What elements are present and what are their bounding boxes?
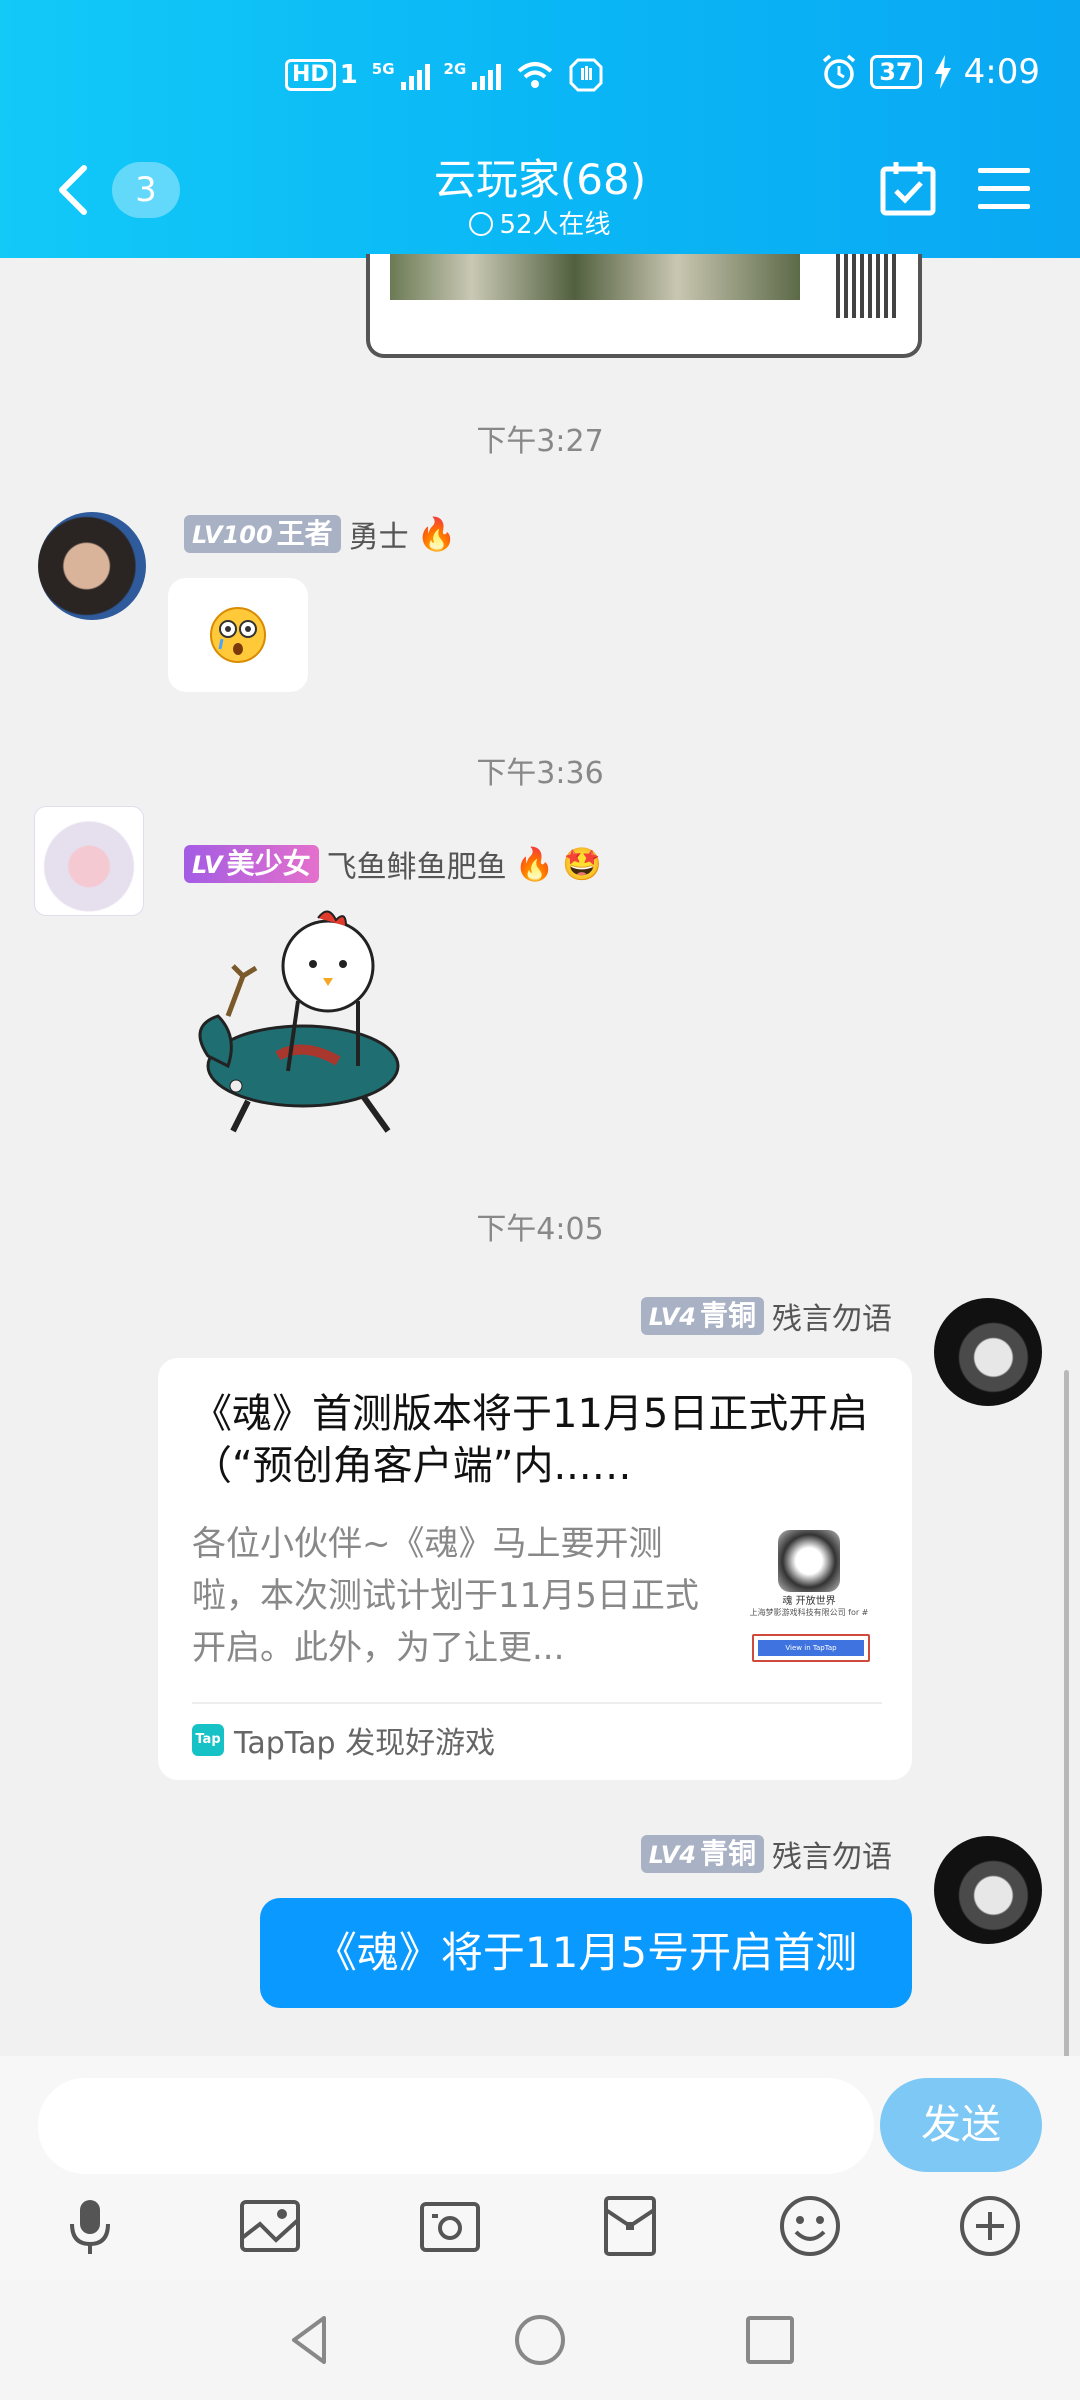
red-packet-icon[interactable] [598, 2194, 662, 2258]
taptap-logo-icon: Tap [192, 1724, 224, 1756]
timestamp: 下午4:05 [476, 1212, 604, 1247]
link-card[interactable]: 《魂》首测版本将于11月5日正式开启（“预创角客户端”内...… 各位小伙伴~《… [158, 1358, 912, 1780]
emoji-icon[interactable] [778, 2194, 842, 2258]
level-badge: LV100 王者 [184, 515, 341, 553]
nav-recents-icon[interactable] [740, 2310, 800, 2370]
fire-icon: 🔥 [416, 515, 457, 553]
sticker-message[interactable] [188, 906, 438, 1146]
emoji-message[interactable] [168, 578, 308, 692]
alarm-icon [823, 54, 856, 89]
qr-code-icon [836, 254, 898, 318]
system-nav-bar [0, 2280, 1080, 2400]
calendar-check-icon[interactable] [880, 160, 936, 216]
level-badge: LV 美少女 [184, 845, 319, 883]
signal-2g-icon: 2G [444, 60, 502, 90]
hand-icon [569, 58, 603, 92]
image-icon[interactable] [238, 2194, 302, 2258]
wifi-icon [517, 62, 553, 88]
chat-history[interactable]: 下午3:27 LV100 王者 勇士 🔥 下午3:36 LV 美少女 飞鱼鲱鱼肥鱼 … [0, 254, 1080, 2058]
sender-line: LV100 王者 勇士 🔥 [184, 512, 457, 556]
shocked-face-icon [210, 607, 266, 663]
signal-5g-icon: 5G [372, 60, 430, 90]
card-source: Tap TapTap 发现好游戏 [192, 1718, 495, 1762]
avatar[interactable] [934, 1836, 1042, 1944]
card-divider [192, 1702, 882, 1704]
card-title: 《魂》首测版本将于11月5日正式开启（“预创角客户端”内...… [192, 1391, 869, 1489]
scrollbar[interactable] [1064, 1370, 1069, 2060]
nav-home-icon[interactable] [510, 2310, 570, 2370]
star-eyes-icon: 🤩 [562, 845, 603, 883]
avatar[interactable] [38, 512, 146, 620]
sender-name[interactable]: 残言勿语 [772, 1832, 892, 1876]
previous-image-message[interactable] [366, 254, 922, 358]
timestamp: 下午3:36 [476, 756, 604, 791]
card-description: 各位小伙伴~《魂》马上要开测啦，本次测试计划于11月5日正式开启。此外，为了让更… [192, 1524, 699, 1668]
sender-line: LV 美少女 飞鱼鲱鱼肥鱼 🔥 🤩 [184, 842, 602, 886]
sender-line: LV4 青铜 残言勿语 [640, 1832, 892, 1876]
sim-indicator: 1 [339, 60, 358, 90]
clock: 4:09 [963, 52, 1040, 92]
send-button[interactable]: 发送 [880, 2078, 1042, 2172]
text-message-bubble[interactable]: 《魂》将于11月5号开启首测 [260, 1898, 912, 2008]
plus-icon[interactable] [958, 2194, 1022, 2258]
menu-icon[interactable] [978, 166, 1030, 210]
avatar[interactable] [934, 1298, 1042, 1406]
sender-line: LV4 青铜 残言勿语 [640, 1294, 892, 1338]
sender-name[interactable]: 勇士 [349, 512, 409, 556]
check-circle-icon [469, 212, 494, 236]
message-input[interactable] [38, 2078, 874, 2174]
chat-header: HD 1 5G 2G 37 4:09 3 云玩家(68) 52人在线 [0, 0, 1080, 258]
fire-icon: 🔥 [514, 845, 555, 883]
sender-name[interactable]: 飞鱼鲱鱼肥鱼 [327, 842, 507, 886]
input-area: 发送 [0, 2056, 1080, 2280]
card-thumbnail: 魂 开放世界 上海梦影游戏科技有限公司 for # View in TapTap [738, 1530, 880, 1662]
timestamp: 下午3:27 [476, 424, 604, 459]
microphone-icon[interactable] [58, 2194, 122, 2258]
level-badge: LV4 青铜 [640, 1297, 764, 1335]
charging-icon [934, 55, 951, 89]
level-badge: LV4 青铜 [640, 1835, 764, 1873]
avatar[interactable] [34, 806, 144, 916]
sender-name[interactable]: 残言勿语 [772, 1294, 892, 1338]
battery-level: 37 [870, 55, 922, 89]
hd-badge: HD [285, 59, 336, 91]
nav-back-icon[interactable] [280, 2310, 340, 2370]
camera-icon[interactable] [418, 2194, 482, 2258]
status-bar: HD 1 5G 2G 37 4:09 [0, 50, 1080, 110]
